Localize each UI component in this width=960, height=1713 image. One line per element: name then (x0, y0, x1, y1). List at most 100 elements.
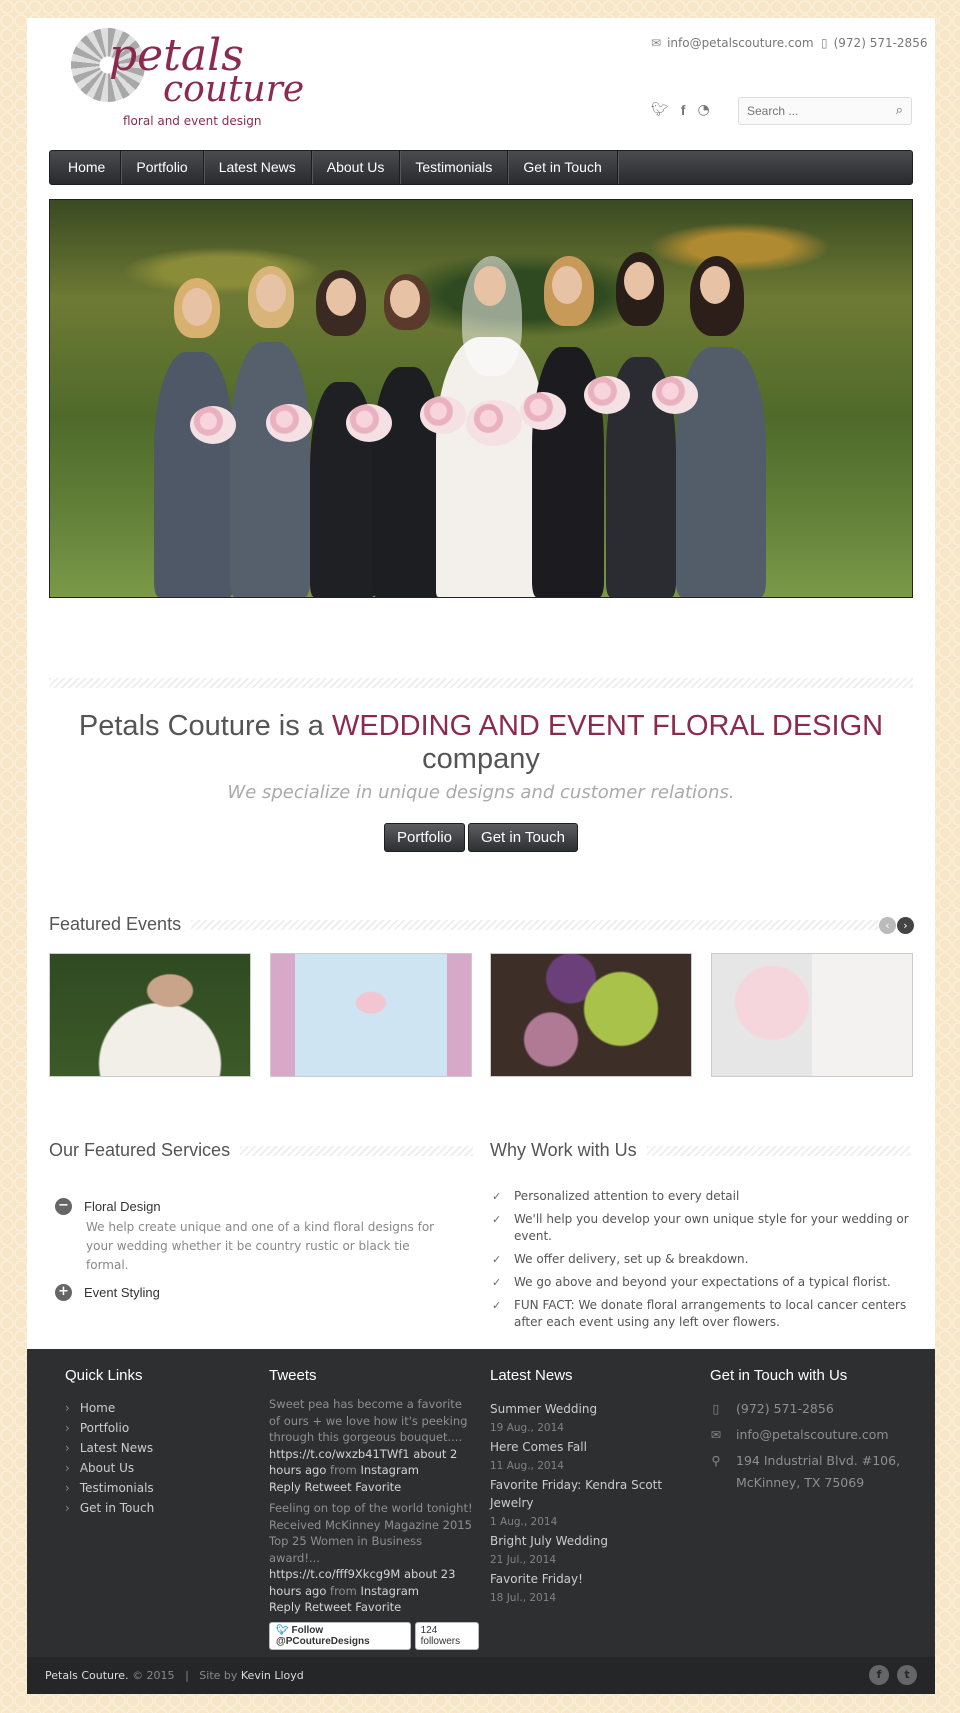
collapse-icon[interactable]: − (55, 1198, 72, 1215)
twitter-icon[interactable]: 🐦︎ (651, 102, 669, 118)
contact-phone-text: (972) 571-2856 (736, 1401, 834, 1416)
quick-link-label[interactable]: Get in Touch (80, 1501, 154, 1515)
copyright-brand[interactable]: Petals Couture. (45, 1669, 129, 1682)
featured-event-thumb[interactable] (490, 953, 692, 1077)
intro: Petals Couture is a WEDDING AND EVENT FL… (49, 710, 913, 852)
hero-bouquet (652, 376, 698, 414)
tweet-actions[interactable]: Reply Retweet Favorite (269, 1480, 401, 1494)
quick-link-label[interactable]: Portfolio (80, 1421, 129, 1435)
search-input[interactable] (739, 98, 879, 124)
phone-icon: ▯ (821, 36, 828, 50)
address-line: 194 Industrial Blvd. #106, (736, 1453, 901, 1468)
hero-image (49, 199, 913, 598)
facebook-icon[interactable]: f (869, 1665, 889, 1685)
quick-link-portfolio[interactable]: › Portfolio (65, 1418, 225, 1438)
nav-item-testimonials[interactable]: Testimonials (400, 151, 509, 184)
search-icon[interactable]: ⌕ (896, 103, 903, 118)
featured-events-title: Featured Events (49, 914, 182, 934)
list-item: ✓ We go above and beyond your expectation… (490, 1274, 910, 1291)
quick-link-label[interactable]: Latest News (80, 1441, 153, 1455)
quick-link-label[interactable]: About Us (80, 1461, 134, 1475)
site-by-author[interactable]: Kevin Lloyd (241, 1669, 304, 1682)
news-title[interactable]: Summer Wedding (490, 1400, 700, 1418)
news-title[interactable]: Bright July Wedding (490, 1532, 700, 1550)
quick-link-home[interactable]: › Home (65, 1398, 225, 1418)
prev-arrow-icon[interactable]: ‹ (879, 917, 896, 934)
site-by-label: Site by (199, 1669, 238, 1682)
why-list: ✓ Personalized attention to every detail … (490, 1188, 910, 1337)
footer: Quick Links › Home › Portfolio › Latest New… (27, 1349, 935, 1657)
quick-links-list: › Home › Portfolio › Latest News › About Us … (65, 1398, 225, 1518)
footer-bottom: Petals Couture. © 2015 | Site by Kevin L… (27, 1657, 935, 1694)
tweet-source[interactable]: Instagram (360, 1463, 419, 1477)
facebook-icon[interactable]: f (681, 102, 686, 118)
news-date: 18 Jul., 2014 (490, 1592, 557, 1604)
contact-address: ⚲ 194 Industrial Blvd. #106, McKinney, TX … (710, 1450, 920, 1494)
quick-link-get-in-touch[interactable]: › Get in Touch (65, 1498, 225, 1518)
services-title: Our Featured Services (49, 1140, 231, 1160)
quick-link-latest-news[interactable]: › Latest News (65, 1438, 225, 1458)
hero-head (256, 274, 286, 312)
hero-bouquet (584, 376, 630, 414)
intro-title-part: Petals Couture is a (78, 710, 332, 742)
nav-item-portfolio[interactable]: Portfolio (121, 151, 204, 184)
nav-item-about-us[interactable]: About Us (312, 151, 401, 184)
featured-event-thumb[interactable] (270, 953, 472, 1077)
news-list: Summer Wedding 19 Aug., 2014 Here Comes … (490, 1400, 700, 1608)
get-in-touch-button[interactable]: Get in Touch (468, 823, 578, 852)
nav-item-latest-news[interactable]: Latest News (204, 151, 312, 184)
quick-link-testimonials[interactable]: › Testimonials (65, 1478, 225, 1498)
contact-email-text[interactable]: info@petalscouture.com (736, 1424, 889, 1446)
logo[interactable]: petals couture floral and event design (67, 22, 304, 130)
portfolio-button[interactable]: Portfolio (384, 823, 466, 852)
header-phone[interactable]: ▯ (972) 571-2856 (821, 36, 927, 50)
nav-item-home[interactable]: Home (50, 151, 122, 184)
footer-latest-news: Latest News Summer Wedding 19 Aug., 2014… (490, 1367, 700, 1608)
contact-email[interactable]: ✉ info@petalscouture.com (710, 1424, 920, 1446)
chevron-right-icon: › (65, 1421, 70, 1435)
service-floral-design[interactable]: − Floral Design (55, 1198, 161, 1215)
news-title[interactable]: Favorite Friday: Kendra Scott Jewelry (490, 1476, 700, 1512)
hero-person (154, 352, 234, 597)
header-email[interactable]: ✉ info@petalscouture.com (651, 36, 814, 50)
twitter-bird-icon: 🐦︎ (276, 1624, 289, 1636)
hero-head (552, 266, 582, 304)
heading-stripe (191, 919, 879, 930)
footer-socials: f t (869, 1665, 917, 1685)
why-heading: Why Work with Us (490, 1140, 910, 1161)
featured-event-thumb[interactable] (711, 953, 913, 1077)
quick-link-label[interactable]: Testimonials (80, 1481, 154, 1495)
expand-icon[interactable]: + (55, 1284, 72, 1301)
quick-link-label[interactable]: Home (80, 1401, 115, 1415)
footer-heading: Get in Touch with Us (710, 1367, 848, 1384)
main-nav: Home Portfolio Latest News About Us Test… (49, 150, 913, 185)
twitter-icon[interactable]: t (897, 1665, 917, 1685)
chevron-right-icon: › (65, 1401, 70, 1415)
copyright: Petals Couture. © 2015 | Site by Kevin L… (45, 1669, 304, 1682)
chevron-right-icon: › (65, 1461, 70, 1475)
nav-item-get-in-touch[interactable]: Get in Touch (508, 151, 618, 184)
intro-title-accent: WEDDING AND EVENT FLORAL DESIGN (331, 710, 884, 742)
tweet-text: Feeling on top of the world tonight! Rec… (269, 1501, 473, 1565)
tweet-source[interactable]: Instagram (360, 1584, 419, 1598)
hero-head (326, 278, 356, 316)
quick-link-about-us[interactable]: › About Us (65, 1458, 225, 1478)
check-icon: ✓ (492, 1213, 502, 1226)
next-arrow-icon[interactable]: › (897, 917, 914, 934)
phone-icon: ▯ (712, 1401, 720, 1416)
tweet-link[interactable]: https://t.co/wxzb41TWf1 (269, 1447, 410, 1461)
list-item: ✓ Personalized attention to every detail (490, 1188, 910, 1205)
check-icon: ✓ (492, 1276, 502, 1289)
service-event-styling[interactable]: + Event Styling (55, 1284, 160, 1301)
tweet-link[interactable]: https://t.co/fff9Xkcg9M (269, 1567, 400, 1581)
follow-label: Follow @PCoutureDesigns (276, 1624, 370, 1647)
news-title[interactable]: Here Comes Fall (490, 1438, 700, 1456)
tweet: Sweet pea has become a favorite of ours … (269, 1396, 473, 1495)
intro-subtitle: We specialize in unique designs and cust… (227, 782, 735, 803)
tweet-actions[interactable]: Reply Retweet Favorite (269, 1600, 401, 1614)
news-title[interactable]: Favorite Friday! (490, 1570, 700, 1588)
featured-event-thumb[interactable] (49, 953, 251, 1077)
follow-button[interactable]: 🐦︎ Follow @PCoutureDesigns (269, 1621, 411, 1650)
logo-tagline: floral and event design (123, 114, 262, 128)
rss-icon[interactable]: ◔ (697, 102, 709, 118)
